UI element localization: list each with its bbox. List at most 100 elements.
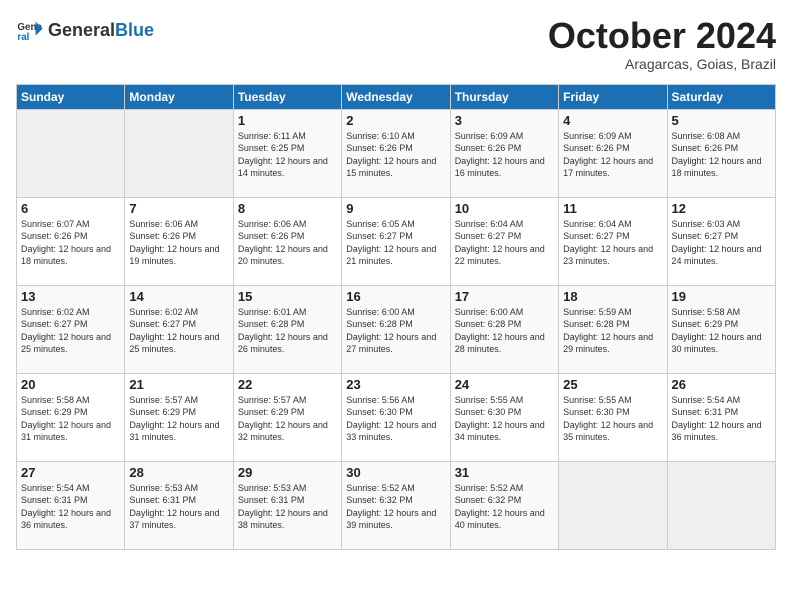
calendar-cell: 2Sunrise: 6:10 AMSunset: 6:26 PMDaylight… <box>342 109 450 197</box>
logo: Gene ral GeneralBlue <box>16 16 154 44</box>
weekday-header-saturday: Saturday <box>667 84 775 109</box>
calendar-week-2: 6 Sunrise: 6:07 AMSunset: 6:26 PMDaylight… <box>17 197 776 285</box>
calendar-cell: 19 Sunrise: 5:58 AMSunset: 6:29 PMDayligh… <box>667 285 775 373</box>
cell-info: Sunrise: 5:53 AMSunset: 6:31 PMDaylight:… <box>238 482 337 532</box>
calendar-cell: 8 Sunrise: 6:06 AMSunset: 6:26 PMDaylight… <box>233 197 341 285</box>
day-number: 10 <box>455 201 554 216</box>
calendar-cell: 16 Sunrise: 6:00 AMSunset: 6:28 PMDayligh… <box>342 285 450 373</box>
calendar-cell: 25 Sunrise: 5:55 AMSunset: 6:30 PMDayligh… <box>559 373 667 461</box>
cell-info: Sunrise: 6:00 AMSunset: 6:28 PMDaylight:… <box>455 306 554 356</box>
calendar-cell: 17 Sunrise: 6:00 AMSunset: 6:28 PMDayligh… <box>450 285 558 373</box>
cell-info: Sunrise: 5:58 AMSunset: 6:29 PMDaylight:… <box>672 306 771 356</box>
day-number: 18 <box>563 289 662 304</box>
calendar-cell: 23 Sunrise: 5:56 AMSunset: 6:30 PMDayligh… <box>342 373 450 461</box>
cell-info: Sunrise: 5:55 AMSunset: 6:30 PMDaylight:… <box>563 394 662 444</box>
calendar-week-3: 13 Sunrise: 6:02 AMSunset: 6:27 PMDayligh… <box>17 285 776 373</box>
cell-info: Sunrise: 6:09 AMSunset: 6:26 PMDaylight:… <box>455 130 554 180</box>
cell-info: Sunrise: 6:00 AMSunset: 6:28 PMDaylight:… <box>346 306 445 356</box>
calendar-week-5: 27 Sunrise: 5:54 AMSunset: 6:31 PMDayligh… <box>17 461 776 549</box>
calendar-cell: 29Sunrise: 5:53 AMSunset: 6:31 PMDayligh… <box>233 461 341 549</box>
calendar-cell: 10 Sunrise: 6:04 AMSunset: 6:27 PMDayligh… <box>450 197 558 285</box>
calendar-cell: 13 Sunrise: 6:02 AMSunset: 6:27 PMDayligh… <box>17 285 125 373</box>
cell-info: Sunrise: 6:05 AMSunset: 6:27 PMDaylight:… <box>346 218 445 268</box>
cell-info: Sunrise: 5:56 AMSunset: 6:30 PMDaylight:… <box>346 394 445 444</box>
day-number: 6 <box>21 201 120 216</box>
day-number: 9 <box>346 201 445 216</box>
calendar-cell: 7 Sunrise: 6:06 AMSunset: 6:26 PMDaylight… <box>125 197 233 285</box>
calendar-cell: 31 Sunrise: 5:52 AMSunset: 6:32 PMDayligh… <box>450 461 558 549</box>
calendar-cell: 12Sunrise: 6:03 AMSunset: 6:27 PMDayligh… <box>667 197 775 285</box>
calendar-cell: 14 Sunrise: 6:02 AMSunset: 6:27 PMDayligh… <box>125 285 233 373</box>
cell-info: Sunrise: 5:52 AMSunset: 6:32 PMDaylight:… <box>455 482 554 532</box>
title-block: October 2024 Aragarcas, Goias, Brazil <box>548 16 776 72</box>
calendar-cell: 28 Sunrise: 5:53 AMSunset: 6:31 PMDayligh… <box>125 461 233 549</box>
day-number: 8 <box>238 201 337 216</box>
svg-text:ral: ral <box>17 32 29 43</box>
calendar-cell <box>17 109 125 197</box>
cell-info: Sunrise: 6:11 AMSunset: 6:25 PMDaylight:… <box>238 130 337 180</box>
cell-info: Sunrise: 6:10 AMSunset: 6:26 PMDaylight:… <box>346 130 445 180</box>
cell-info: Sunrise: 5:57 AMSunset: 6:29 PMDaylight:… <box>238 394 337 444</box>
cell-info: Sunrise: 5:54 AMSunset: 6:31 PMDaylight:… <box>21 482 120 532</box>
weekday-header-wednesday: Wednesday <box>342 84 450 109</box>
calendar-body: 1 Sunrise: 6:11 AMSunset: 6:25 PMDaylight… <box>17 109 776 549</box>
logo-text-blue: Blue <box>115 20 154 41</box>
cell-info: Sunrise: 5:57 AMSunset: 6:29 PMDaylight:… <box>129 394 228 444</box>
day-number: 14 <box>129 289 228 304</box>
day-number: 26 <box>672 377 771 392</box>
calendar-cell: 18 Sunrise: 5:59 AMSunset: 6:28 PMDayligh… <box>559 285 667 373</box>
day-number: 7 <box>129 201 228 216</box>
day-number: 24 <box>455 377 554 392</box>
calendar-cell: 22Sunrise: 5:57 AMSunset: 6:29 PMDayligh… <box>233 373 341 461</box>
calendar-table: SundayMondayTuesdayWednesdayThursdayFrid… <box>16 84 776 550</box>
logo-text-general: General <box>48 20 115 41</box>
day-number: 1 <box>238 113 337 128</box>
calendar-cell: 5Sunrise: 6:08 AMSunset: 6:26 PMDaylight… <box>667 109 775 197</box>
day-number: 5 <box>672 113 771 128</box>
cell-info: Sunrise: 6:01 AMSunset: 6:28 PMDaylight:… <box>238 306 337 356</box>
calendar-cell: 11 Sunrise: 6:04 AMSunset: 6:27 PMDayligh… <box>559 197 667 285</box>
day-number: 20 <box>21 377 120 392</box>
day-number: 15 <box>238 289 337 304</box>
calendar-cell: 24 Sunrise: 5:55 AMSunset: 6:30 PMDayligh… <box>450 373 558 461</box>
day-number: 25 <box>563 377 662 392</box>
day-number: 23 <box>346 377 445 392</box>
cell-info: Sunrise: 6:06 AMSunset: 6:26 PMDaylight:… <box>129 218 228 268</box>
calendar-cell: 4Sunrise: 6:09 AMSunset: 6:26 PMDaylight… <box>559 109 667 197</box>
cell-info: Sunrise: 6:02 AMSunset: 6:27 PMDaylight:… <box>21 306 120 356</box>
day-number: 16 <box>346 289 445 304</box>
cell-info: Sunrise: 5:53 AMSunset: 6:31 PMDaylight:… <box>129 482 228 532</box>
cell-info: Sunrise: 6:06 AMSunset: 6:26 PMDaylight:… <box>238 218 337 268</box>
day-number: 3 <box>455 113 554 128</box>
day-number: 30 <box>346 465 445 480</box>
day-number: 17 <box>455 289 554 304</box>
day-number: 19 <box>672 289 771 304</box>
day-number: 11 <box>563 201 662 216</box>
weekday-header-sunday: Sunday <box>17 84 125 109</box>
weekday-header-thursday: Thursday <box>450 84 558 109</box>
day-number: 13 <box>21 289 120 304</box>
calendar-header-row: SundayMondayTuesdayWednesdayThursdayFrid… <box>17 84 776 109</box>
cell-info: Sunrise: 5:59 AMSunset: 6:28 PMDaylight:… <box>563 306 662 356</box>
cell-info: Sunrise: 5:58 AMSunset: 6:29 PMDaylight:… <box>21 394 120 444</box>
weekday-header-friday: Friday <box>559 84 667 109</box>
calendar-cell <box>667 461 775 549</box>
cell-info: Sunrise: 6:04 AMSunset: 6:27 PMDaylight:… <box>455 218 554 268</box>
cell-info: Sunrise: 6:07 AMSunset: 6:26 PMDaylight:… <box>21 218 120 268</box>
day-number: 21 <box>129 377 228 392</box>
calendar-cell: 21 Sunrise: 5:57 AMSunset: 6:29 PMDayligh… <box>125 373 233 461</box>
calendar-week-1: 1 Sunrise: 6:11 AMSunset: 6:25 PMDaylight… <box>17 109 776 197</box>
calendar-cell: 15 Sunrise: 6:01 AMSunset: 6:28 PMDayligh… <box>233 285 341 373</box>
day-number: 27 <box>21 465 120 480</box>
cell-info: Sunrise: 5:55 AMSunset: 6:30 PMDaylight:… <box>455 394 554 444</box>
cell-info: Sunrise: 6:09 AMSunset: 6:26 PMDaylight:… <box>563 130 662 180</box>
calendar-cell: 9 Sunrise: 6:05 AMSunset: 6:27 PMDaylight… <box>342 197 450 285</box>
day-number: 28 <box>129 465 228 480</box>
calendar-cell: 1 Sunrise: 6:11 AMSunset: 6:25 PMDaylight… <box>233 109 341 197</box>
cell-info: Sunrise: 6:02 AMSunset: 6:27 PMDaylight:… <box>129 306 228 356</box>
day-number: 31 <box>455 465 554 480</box>
calendar-cell: 3 Sunrise: 6:09 AMSunset: 6:26 PMDaylight… <box>450 109 558 197</box>
cell-info: Sunrise: 6:04 AMSunset: 6:27 PMDaylight:… <box>563 218 662 268</box>
calendar-cell: 20 Sunrise: 5:58 AMSunset: 6:29 PMDayligh… <box>17 373 125 461</box>
page-header: Gene ral GeneralBlue October 2024 Aragar… <box>16 16 776 72</box>
